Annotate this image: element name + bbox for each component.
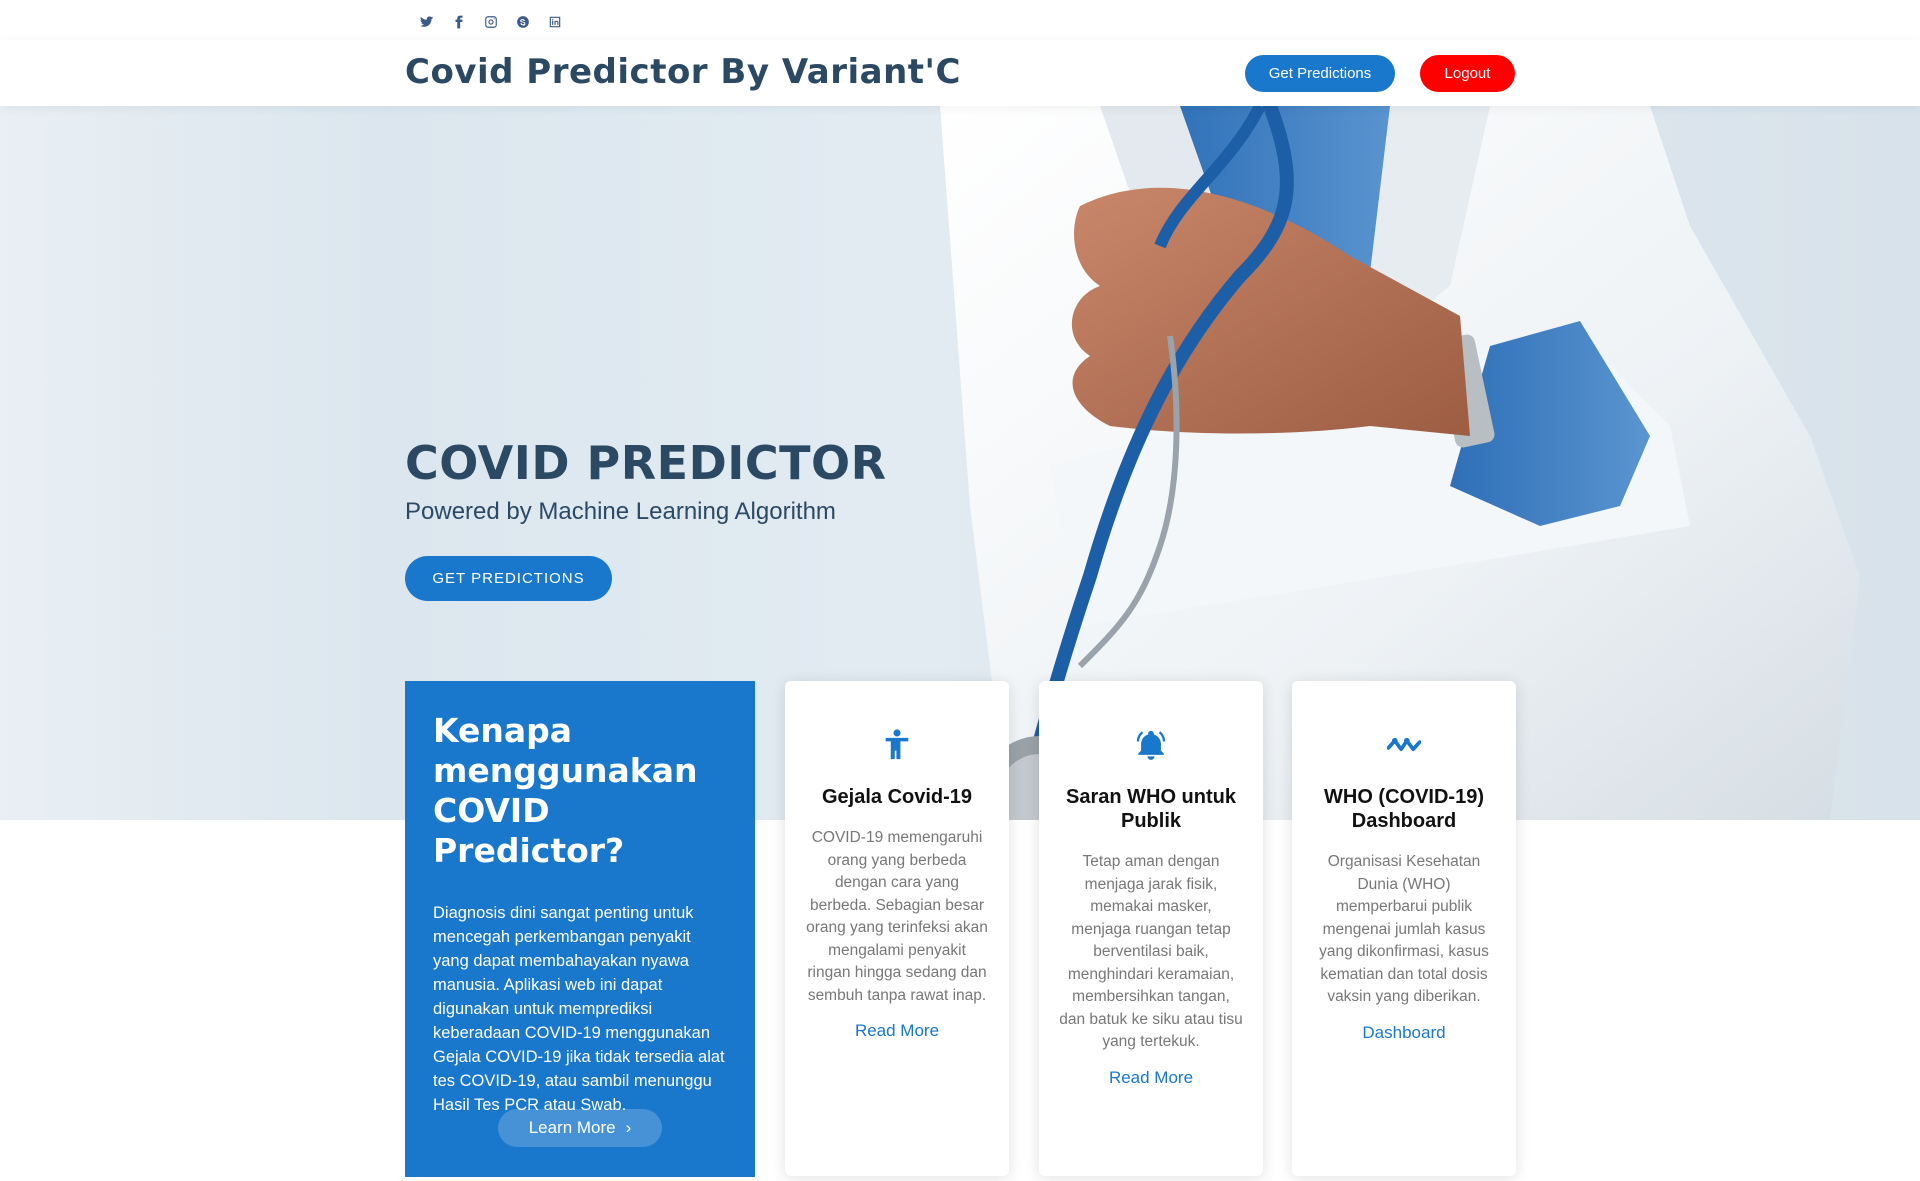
social-links <box>418 13 564 31</box>
read-more-link[interactable]: Read More <box>805 1021 989 1041</box>
facebook-icon[interactable] <box>450 13 468 31</box>
why-box: Kenapa menggunakan COVID Predictor? Diag… <box>405 681 755 1177</box>
why-text: Diagnosis dini sangat penting untuk menc… <box>433 904 725 1114</box>
card-gejala: Gejala Covid-19 COVID-19 memengaruhi ora… <box>785 681 1009 1176</box>
read-more-link[interactable]: Read More <box>1059 1068 1243 1088</box>
card-saran-who: Saran WHO untuk Publik Tetap aman dengan… <box>1039 681 1263 1176</box>
instagram-icon[interactable] <box>482 13 500 31</box>
top-bar <box>0 0 1920 40</box>
hero-title: COVID PREDICTOR <box>405 436 887 490</box>
get-predictions-button[interactable]: Get Predictions <box>1245 55 1395 92</box>
why-title: Kenapa menggunakan COVID Predictor? <box>433 711 698 870</box>
skype-icon[interactable] <box>514 13 532 31</box>
card-text: Tetap aman dengan menjaga jarak fisik, m… <box>1059 853 1243 1050</box>
card-text: Organisasi Kesehatan Dunia (WHO) memperb… <box>1319 853 1489 1005</box>
dashboard-link[interactable]: Dashboard <box>1312 1023 1496 1043</box>
learn-more-button[interactable]: Learn More › <box>498 1109 662 1147</box>
card-text: COVID-19 memengaruhi orang yang berbeda … <box>806 829 988 1004</box>
card-title: Saran WHO untuk Publik <box>1065 786 1236 832</box>
activity-icon <box>1312 725 1496 765</box>
site-header: Covid Predictor By Variant'C Get Predict… <box>0 40 1920 106</box>
card-title: Gejala Covid-19 <box>821 786 973 808</box>
chevron-right-icon: › <box>625 1118 632 1137</box>
card-title: WHO (COVID-19) Dashboard <box>1324 786 1484 832</box>
bell-icon <box>1059 725 1243 765</box>
twitter-icon[interactable] <box>418 13 436 31</box>
person-icon <box>805 725 989 765</box>
hero-subtitle: Powered by Machine Learning Algorithm <box>405 498 836 525</box>
linkedin-icon[interactable] <box>546 13 564 31</box>
logout-button[interactable]: Logout <box>1420 55 1515 92</box>
card-who-dashboard: WHO (COVID-19) Dashboard Organisasi Kese… <box>1292 681 1516 1176</box>
site-logo[interactable]: Covid Predictor By Variant'C <box>405 52 961 92</box>
hero-get-predictions-button[interactable]: GET PREDICTIONS <box>405 556 612 601</box>
learn-more-label: Learn More <box>528 1118 616 1137</box>
